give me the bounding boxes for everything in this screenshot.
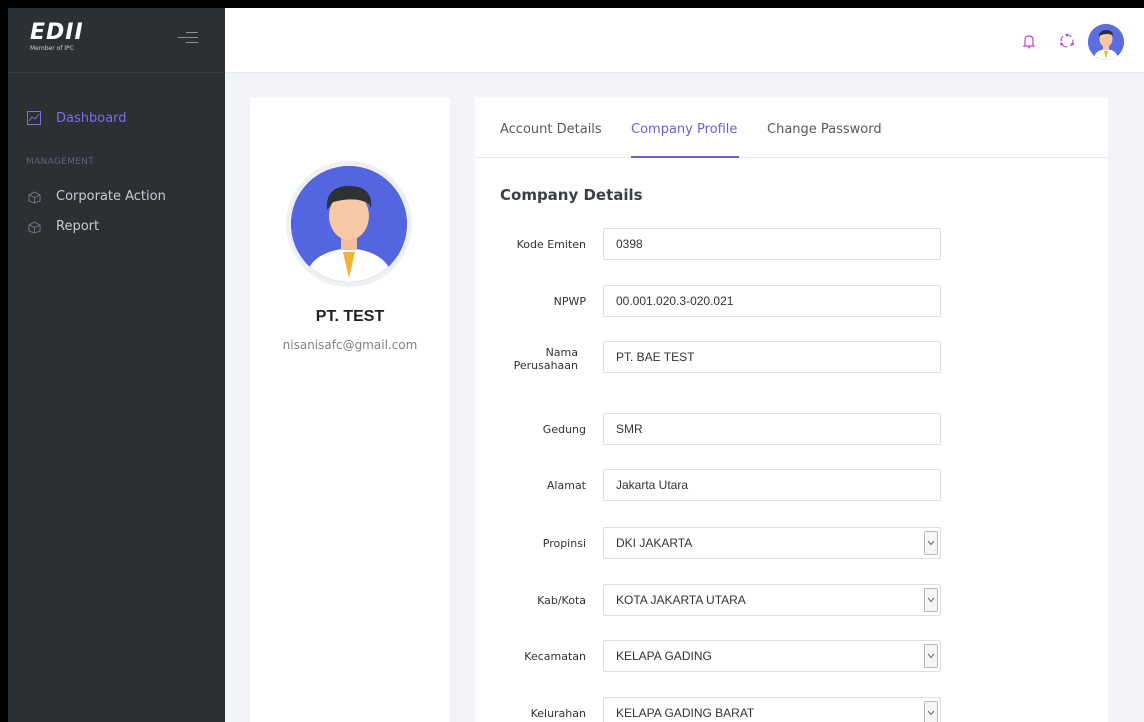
support-icon[interactable]	[1056, 30, 1078, 52]
field-label: NPWP	[553, 295, 586, 308]
chart-icon	[26, 110, 42, 126]
sidebar-item-dashboard[interactable]: Dashboard	[8, 103, 225, 133]
box-icon	[26, 188, 42, 204]
logo[interactable]: EDII Member of IPC	[30, 20, 84, 53]
field-label: Kode Emiten	[516, 238, 586, 251]
profile-card: PT. TEST nisanisafc@gmail.com	[250, 98, 450, 722]
profile-name: PT. TEST	[315, 308, 385, 325]
field-label: Alamat	[546, 479, 586, 492]
tab-company-profile[interactable]: Company Profile	[631, 122, 737, 137]
select-value: KELAPA GADING BARAT	[616, 706, 755, 720]
tab-change-password[interactable]: Change Password	[767, 122, 882, 137]
active-tab-indicator	[631, 156, 739, 158]
sidebar-item-label: Report	[56, 218, 100, 234]
box-icon	[26, 218, 42, 234]
field-label: Kab/Kota	[537, 594, 586, 607]
kecamatan-select[interactable]: KELAPA GADING	[603, 640, 941, 672]
field-label: Propinsi	[542, 537, 586, 550]
npwp-field[interactable]	[603, 285, 941, 317]
chevron-down-icon[interactable]	[924, 531, 938, 555]
select-value: DKI JAKARTA	[616, 536, 693, 550]
field-label: Nama Perusahaan	[513, 346, 578, 372]
sidebar-item-label: Dashboard	[56, 110, 127, 126]
gedung-field[interactable]	[603, 413, 941, 445]
sidebar-item-report[interactable]: Report	[8, 211, 225, 241]
tab-account-details[interactable]: Account Details	[500, 122, 602, 137]
tab-bar: Account Details Company Profile Change P…	[475, 98, 1108, 158]
sidebar-item-label: Corporate Action	[56, 188, 166, 204]
sidebar-section-management: MANAGEMENT	[26, 157, 94, 167]
propinsi-select[interactable]: DKI JAKARTA	[603, 527, 941, 559]
sidebar-nav: Dashboard MANAGEMENT Corporate Action Re…	[8, 73, 225, 241]
select-value: KOTA JAKARTA UTARA	[616, 593, 746, 607]
sidebar-item-corporate-action[interactable]: Corporate Action	[8, 181, 225, 211]
kab-kota-select[interactable]: KOTA JAKARTA UTARA	[603, 584, 941, 616]
profile-avatar	[286, 161, 412, 287]
logo-subtitle: Member of IPC	[30, 45, 74, 52]
logo-bar: EDII Member of IPC	[8, 8, 225, 73]
select-value: KELAPA GADING	[616, 649, 712, 663]
section-title: Company Details	[500, 186, 643, 204]
chevron-down-icon[interactable]	[924, 701, 938, 722]
kelurahan-select[interactable]: KELAPA GADING BARAT	[603, 697, 941, 722]
profile-email: nisanisafc@gmail.com	[282, 338, 418, 352]
topbar	[225, 8, 1144, 73]
logo-mark: EDII	[30, 20, 84, 45]
alamat-field[interactable]	[603, 469, 941, 501]
kode-emiten-field[interactable]	[603, 228, 941, 260]
nama-perusahaan-field[interactable]	[603, 341, 941, 373]
chevron-down-icon[interactable]	[924, 644, 938, 668]
company-profile-card: Account Details Company Profile Change P…	[475, 98, 1108, 722]
chevron-down-icon[interactable]	[924, 588, 938, 612]
bell-icon[interactable]	[1018, 30, 1040, 52]
app-frame: EDII Member of IPC Dashboard MANAGEMENT …	[8, 8, 1144, 722]
field-label: Kecamatan	[524, 650, 586, 663]
field-label: Gedung	[542, 423, 586, 436]
sidebar: EDII Member of IPC Dashboard MANAGEMENT …	[8, 8, 225, 722]
menu-toggle-icon[interactable]	[178, 32, 198, 48]
field-label: Kelurahan	[530, 707, 586, 720]
user-avatar[interactable]	[1088, 24, 1124, 60]
